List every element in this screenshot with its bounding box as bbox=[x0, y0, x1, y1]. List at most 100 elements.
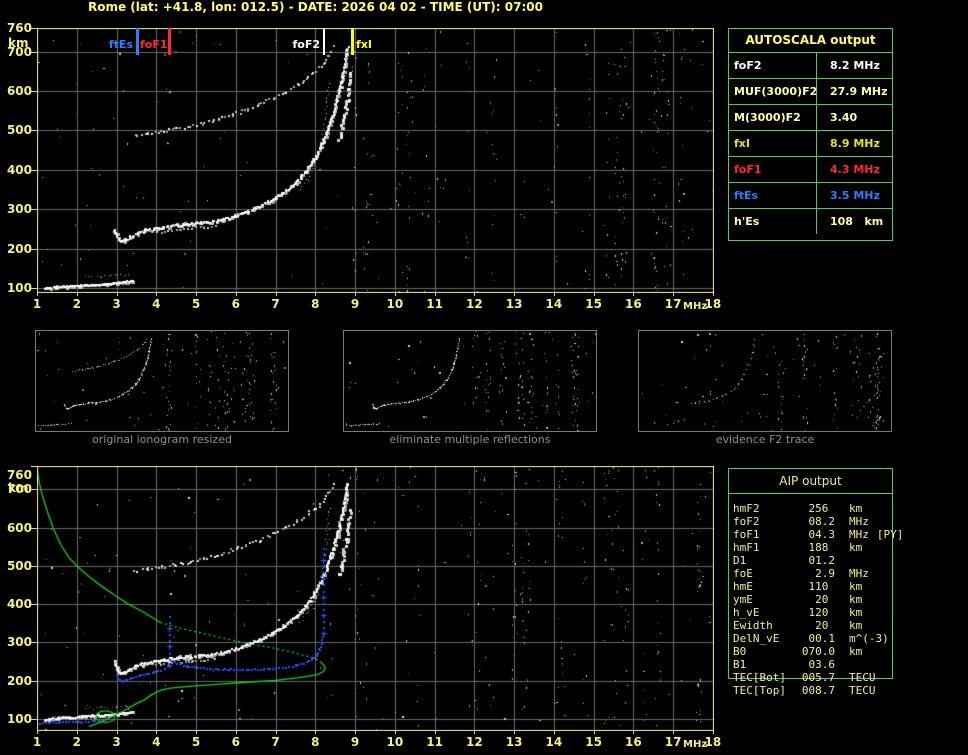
aip-unit: TECU bbox=[849, 671, 876, 684]
autoscala-row: ftEs 3.5 MHz bbox=[729, 183, 892, 209]
autoscala-row-label: MUF(3000)F2 bbox=[729, 79, 817, 104]
x-axis-label: 17 bbox=[664, 735, 682, 749]
aip-value: 005.7 bbox=[801, 671, 835, 684]
station-date-time-title: Rome (lat: +41.8, lon: 012.5) - DATE: 20… bbox=[88, 0, 543, 14]
y-axis-label: 300 bbox=[6, 635, 32, 649]
aip-row: D1 01.2 bbox=[733, 554, 965, 567]
aip-unit bbox=[835, 658, 849, 671]
x-axis-tick bbox=[633, 731, 634, 734]
panel-original-ionogram-canvas bbox=[36, 331, 288, 431]
y-axis-label: 100 bbox=[6, 281, 32, 295]
aip-value: 256 bbox=[808, 502, 835, 515]
x-axis-tick bbox=[514, 293, 515, 296]
x-axis-label: 4 bbox=[152, 297, 161, 311]
x-axis-label: 9 bbox=[350, 735, 360, 749]
x-axis-tick bbox=[594, 731, 595, 734]
aip-label: foF2 bbox=[733, 515, 760, 528]
y-axis-label: 200 bbox=[6, 242, 32, 256]
aip-note bbox=[869, 515, 877, 528]
aip-row: B0 070.0 km bbox=[733, 645, 965, 658]
top-ionogram: ftEs foF1 foF2 fxI bbox=[37, 28, 714, 293]
x-axis-label: 12 bbox=[466, 297, 483, 311]
aip-unit: MHz bbox=[849, 567, 869, 580]
aip-unit: km bbox=[849, 502, 863, 515]
aip-value: 008.7 bbox=[801, 684, 835, 697]
aip-note bbox=[862, 606, 870, 619]
x-axis-label: 17 bbox=[664, 297, 682, 311]
x-axis-label: 18 bbox=[704, 297, 722, 311]
aip-unit: km bbox=[849, 606, 863, 619]
autoscala-table-body: foF2 8.2 MHz MUF(3000)F2 27.9 MHz M(3000)F2 3… bbox=[729, 53, 892, 234]
y-axis-label: 500 bbox=[6, 123, 32, 137]
x-axis-label: 7 bbox=[271, 297, 280, 311]
aip-note bbox=[869, 567, 877, 580]
y-axis-label: 600 bbox=[6, 84, 32, 98]
autoscala-row-value: 4.3 MHz bbox=[830, 163, 880, 176]
y-axis-tick bbox=[31, 566, 37, 567]
autoscala-row: h'Es 108 km bbox=[729, 209, 892, 234]
x-axis-tick bbox=[554, 293, 555, 296]
aip-label: TEC[Top] bbox=[733, 684, 786, 697]
aip-row: Ewidth 20 km bbox=[733, 619, 965, 632]
autoscala-row-value: 8.2 MHz bbox=[830, 59, 880, 72]
aip-unit: m^(-3) bbox=[849, 632, 889, 645]
x-axis-tick bbox=[474, 293, 475, 296]
aip-label: hmF2 bbox=[733, 502, 760, 515]
autoscala-row-value: 3.5 MHz bbox=[830, 189, 880, 202]
y-axis-label: 760 bbox=[6, 468, 32, 482]
ftes-marker-line bbox=[136, 28, 139, 55]
x-axis-label: 14 bbox=[545, 735, 563, 749]
x-axis-label: 8 bbox=[311, 735, 320, 749]
x-axis-tick bbox=[355, 731, 356, 734]
x-axis-label: 8 bbox=[311, 297, 320, 311]
autoscala-table-header: AUTOSCALA output bbox=[729, 29, 892, 53]
panel-eliminate-reflections bbox=[343, 330, 597, 432]
aip-note bbox=[849, 554, 857, 567]
aip-label: ymE bbox=[733, 593, 753, 606]
fof2-marker-line bbox=[323, 28, 325, 55]
top-ionogram-canvas bbox=[37, 28, 714, 293]
x-axis-tick bbox=[395, 293, 396, 296]
x-axis-label: 10 bbox=[386, 297, 404, 311]
aip-unit: km bbox=[849, 593, 863, 606]
aip-note bbox=[862, 619, 870, 632]
autoscala-row-label: foF2 bbox=[729, 53, 817, 78]
aip-unit: km bbox=[849, 541, 863, 554]
aip-row: hmF2 256 km bbox=[733, 502, 965, 515]
x-axis-label: 15 bbox=[585, 297, 602, 311]
aip-table-header: AIP output bbox=[779, 474, 842, 488]
x-axis-label: 6 bbox=[231, 297, 240, 311]
aip-label: hmF1 bbox=[733, 541, 760, 554]
aip-row: hmE 110 km bbox=[733, 580, 965, 593]
y-axis-tick bbox=[31, 642, 37, 643]
aip-label: Ewidth bbox=[733, 619, 773, 632]
aip-unit: MHz bbox=[849, 515, 869, 528]
aip-label: h_vE bbox=[733, 606, 760, 619]
panel-evidence-f2-trace-caption: evidence F2 trace bbox=[715, 433, 815, 446]
y-axis-tick bbox=[31, 249, 37, 250]
y-axis-tick bbox=[31, 52, 37, 53]
x-axis-label: 6 bbox=[231, 735, 240, 749]
x-axis-label: 5 bbox=[191, 735, 201, 749]
bottom-ionogram-canvas bbox=[37, 466, 714, 731]
aip-label: foF1 bbox=[733, 528, 760, 541]
y-axis-label: 400 bbox=[6, 597, 32, 611]
aip-unit: TECU bbox=[849, 684, 876, 697]
aip-row: hmF1 188 km bbox=[733, 541, 965, 554]
autoscala-row: foF1 4.3 MHz bbox=[729, 157, 892, 183]
x-axis-tick bbox=[514, 731, 515, 734]
x-axis-label: 1 bbox=[32, 297, 42, 311]
aip-value: 20 bbox=[815, 619, 835, 632]
y-axis-tick bbox=[31, 489, 37, 490]
aip-note bbox=[862, 580, 870, 593]
x-axis-tick bbox=[474, 731, 475, 734]
y-axis-tick bbox=[31, 604, 37, 605]
panel-eliminate-reflections-caption: eliminate multiple reflections bbox=[389, 433, 551, 446]
aip-label: DelN_vE bbox=[733, 632, 780, 645]
x-axis-tick bbox=[77, 731, 78, 734]
autoscala-row-label: foF1 bbox=[729, 157, 817, 182]
y-axis-label: 400 bbox=[6, 163, 32, 177]
y-axis-label: 100 bbox=[6, 712, 32, 726]
y-axis-tick bbox=[31, 466, 37, 467]
aip-value: 2.9 bbox=[815, 567, 835, 580]
